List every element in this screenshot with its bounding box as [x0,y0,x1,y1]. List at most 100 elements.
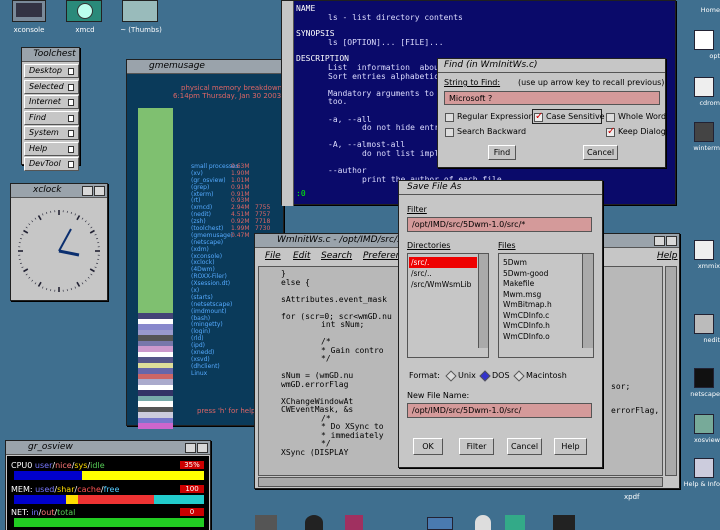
save-dialog-title[interactable]: Save File As [399,181,602,195]
whole-word-checkbox[interactable] [606,113,615,122]
xpdf-label: xpdf [624,493,640,501]
save-cancel-button[interactable]: Cancel [507,438,542,455]
icon-xmcd[interactable]: xmcd [60,0,110,36]
keep-dialog-checkbox[interactable] [606,126,615,137]
save-help-button[interactable]: Help [554,438,587,455]
filter-label: Filter [407,205,427,214]
file-item[interactable]: 5Dwm-good [503,269,579,280]
find-cancel-button[interactable]: Cancel [583,145,618,160]
filter-input[interactable]: /opt/IMD/src/5Dwm-1.0/src/* [407,217,592,232]
format-dos-radio[interactable] [479,370,491,382]
menu-indicator-icon [68,145,74,153]
dirs-scrollbar[interactable] [478,254,488,348]
find-dialog-title[interactable]: Find (in WmInitWs.c) [438,59,665,73]
menu-edit[interactable]: Edit [293,251,310,261]
toolchest-item[interactable]: Help [24,141,79,156]
search-backward-checkbox[interactable] [445,128,454,137]
app-icon[interactable] [305,515,323,530]
dir-item[interactable]: /src/WmWsmLib [409,279,477,290]
desktop-icon-cdrom[interactable]: cdrom [680,75,720,115]
terminal-scrollbar[interactable] [282,1,294,206]
format-mac-label: Macintosh [526,371,567,380]
toolchest-menu: Desktop Selected Internet Find System Help Dev… [24,64,79,173]
file-item[interactable]: Mwm.msg [503,290,579,301]
files-scrollbar[interactable] [582,254,593,348]
mem-label: MEM: used/shar/cache/free [11,485,120,494]
maximize-button[interactable] [197,443,208,453]
file-item[interactable]: WmCDInfo.o [503,332,579,343]
toolchest-item[interactable]: Internet [24,95,79,109]
osview-window: gr_osview CPU0 user/nice/sys/idle 35% ME… [5,440,211,530]
man-syn-text: ls [OPTION]... [FILE]... [328,38,444,47]
desktop-icon-xmmix[interactable]: xmmix [680,238,720,278]
toolchest-item[interactable]: DevTool [24,157,79,171]
desktop-icon-nedit[interactable]: nedit [680,312,720,352]
app-icon[interactable] [345,515,363,530]
net-value: 0 [180,508,204,516]
icon-label: nedit [703,336,720,344]
nedit-vscrollbar[interactable] [665,266,677,476]
minimize-button[interactable] [654,236,665,246]
net-bar [14,518,204,527]
app-icon[interactable] [553,515,575,530]
minimize-button[interactable] [185,443,196,453]
file-item[interactable]: WmBitmap.h [503,300,579,311]
toolchest-item[interactable]: Desktop [24,64,79,78]
case-sensitive-checkbox[interactable] [534,111,543,122]
find-button[interactable]: Find [488,145,516,160]
app-icon [694,77,714,97]
dir-item[interactable]: /src/.. [409,268,477,279]
mem-value: 100 [180,485,204,493]
icon-label: xosview [694,436,720,444]
menu-indicator-icon [68,114,74,122]
memory-header: physical memory breakdown [181,84,283,92]
format-mac-radio[interactable] [513,370,525,382]
memory-time: 6:14pm Thursday, Jan 30 2003 [173,92,282,100]
toolchest-window: Toolchest Desktop Selected Internet Find Sys… [21,47,80,171]
desktop-icon-winterm[interactable]: winterm [680,120,720,160]
desktop-icon-xosview[interactable]: xosview [680,412,720,452]
minimize-button[interactable] [82,186,93,196]
maximize-button[interactable] [94,186,105,196]
menu-file[interactable]: File [265,251,281,261]
desktop-icon-netscape[interactable]: netscape [680,366,720,406]
app-icon[interactable] [427,517,453,530]
case-sensitive-label: Case Sensitive [546,112,605,121]
nedit-hscrollbar[interactable] [258,477,663,487]
format-unix-radio[interactable] [445,370,457,382]
toolchest-item[interactable]: Find [24,110,79,125]
gmemusage-title[interactable]: gmemusage [127,60,283,74]
toolchest-title[interactable]: Toolchest [22,48,79,62]
save-filter-button[interactable]: Filter [459,438,494,455]
newname-label: New File Name: [407,391,470,400]
regex-checkbox[interactable] [445,113,454,122]
save-ok-button[interactable]: OK [413,438,443,455]
dir-item[interactable]: /src/. [409,257,477,268]
format-label: Format: [409,371,440,380]
menu-help[interactable]: Help [657,251,678,261]
osview-title[interactable]: gr_osview [6,441,210,455]
icon-xconsole[interactable]: xconsole [4,0,54,36]
menu-search[interactable]: Search [321,251,352,261]
app-icon[interactable] [475,515,491,530]
toolchest-item[interactable]: System [24,126,79,140]
toolchest-item[interactable]: Selected [24,79,79,94]
file-item[interactable]: 5Dwm [503,258,579,269]
desktop-icon-opt[interactable]: opt [680,28,720,68]
whole-word-label: Whole Word [618,112,667,121]
file-item[interactable]: WmCDInfo.h [503,321,579,332]
code-fragment: errorFlag, [611,406,660,415]
newname-input[interactable]: /opt/IMD/src/5Dwm-1.0/src/ [407,403,592,418]
file-item[interactable]: Makefile [503,279,579,290]
find-string-input[interactable]: Microsoft ? [444,91,660,105]
maximize-button[interactable] [666,236,677,246]
cd-player-icon [66,0,102,22]
app-icon[interactable] [505,515,525,530]
desktop-icon-helpinfo[interactable]: Help & Info [680,456,720,496]
app-icon [694,122,714,142]
file-item[interactable]: WmCDInfo.c [503,311,579,322]
menu-indicator-icon [68,99,74,106]
icon-thumbs[interactable]: ~ (Thumbs) [116,0,166,36]
app-icon[interactable] [255,515,277,530]
format-dos-label: DOS [492,371,510,380]
